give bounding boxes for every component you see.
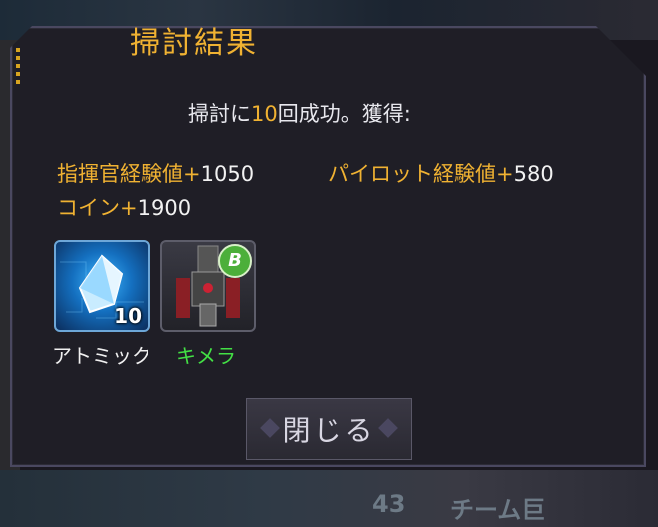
dialog-accent-stripes	[16, 48, 20, 88]
button-deco-left	[260, 418, 280, 438]
item-card-atomic[interactable]: 10	[54, 240, 150, 332]
close-button-label: 閉じる	[282, 414, 376, 447]
dialog-title: 掃討結果	[130, 26, 258, 61]
reward-value: 580	[513, 162, 554, 186]
item-name-chimera: キメラ	[176, 344, 236, 368]
reward-pilot-exp: パイロット経験値+580	[328, 158, 554, 188]
reward-commander-exp: 指揮官経験値+1050	[57, 158, 254, 188]
rank-badge: B	[218, 244, 252, 278]
item-card-chimera[interactable]: B	[160, 240, 256, 332]
item-quantity: 10	[114, 304, 142, 328]
message-count: 10	[251, 102, 278, 126]
reward-value: 1050	[200, 162, 255, 186]
reward-value: 1900	[137, 196, 192, 220]
close-button[interactable]: 閉じる	[246, 398, 412, 460]
button-deco-right	[378, 418, 398, 438]
background-number: 43	[372, 490, 406, 518]
reward-label: コイン+	[57, 196, 138, 220]
reward-coin: コイン+1900	[57, 192, 191, 222]
background-team-label: チーム巨	[450, 496, 546, 524]
message-suffix: 回成功。獲得:	[277, 102, 411, 126]
reward-label: パイロット経験値+	[328, 162, 514, 186]
item-name-atomic: アトミックコ	[52, 344, 148, 368]
reward-label: 指揮官経験値+	[57, 162, 201, 186]
background-bottom-strip	[0, 470, 658, 527]
message-prefix: 掃討に	[188, 102, 251, 126]
sweep-message: 掃討に10回成功。獲得:	[188, 98, 411, 128]
